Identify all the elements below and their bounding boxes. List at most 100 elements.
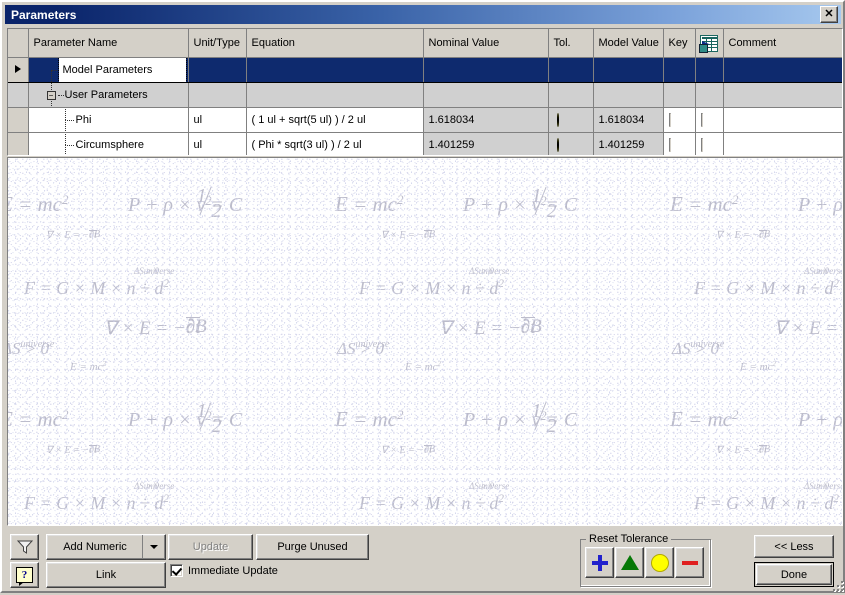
cell-key[interactable]: [663, 107, 696, 133]
cell-export[interactable]: [695, 82, 724, 108]
watermark-tile: ΔSuniverse > 0 ∇ × E = −∂B∂t E = mc2 E = mc…: [333, 158, 668, 333]
minus-tolerance-button[interactable]: [675, 547, 704, 578]
immediate-update-checkbox-row[interactable]: Immediate Update: [170, 564, 278, 577]
tree-line-v: [64, 120, 66, 132]
cell-comment[interactable]: [723, 57, 842, 83]
triangle-tolerance-button[interactable]: [615, 547, 644, 578]
watermark-formula: E = mc2: [70, 361, 106, 373]
cell-tolerance[interactable]: [548, 132, 594, 155]
watermark-formula: ΔSuniverse > 0: [134, 266, 175, 276]
export-checkbox[interactable]: [700, 138, 703, 152]
column-header-rowselect: [8, 29, 29, 58]
cell-parameter-name[interactable]: Phi: [28, 107, 189, 133]
tree-line-v: [50, 70, 52, 82]
cell-tolerance[interactable]: [548, 107, 594, 133]
cell-unit-type[interactable]: ul: [188, 132, 247, 155]
add-numeric-dropdown[interactable]: [142, 535, 165, 559]
watermark-formula: ∇ × E = −∂B∂t: [381, 229, 436, 242]
column-header-unit-type[interactable]: Unit/Type: [188, 29, 247, 58]
parameters-grid[interactable]: Parameter Name Unit/Type Equation Nomina…: [7, 28, 843, 156]
cell-equation[interactable]: ( 1 ul + sqrt(5 ul) ) / 2 ul: [246, 107, 424, 133]
column-header-model-value[interactable]: Model Value: [593, 29, 664, 58]
column-header-parameter-name[interactable]: Parameter Name: [28, 29, 189, 58]
cell-export[interactable]: [695, 57, 724, 83]
column-header-key[interactable]: Key: [663, 29, 696, 58]
watermark-formula: ΔSuniverse > 0: [337, 339, 390, 358]
cell-unit-type[interactable]: ul: [188, 107, 247, 133]
immediate-update-checkbox[interactable]: [170, 564, 183, 577]
close-button[interactable]: ✕: [820, 6, 838, 23]
cell-comment[interactable]: [723, 132, 842, 155]
help-button[interactable]: ?: [10, 562, 39, 588]
cell-unit-type[interactable]: [188, 82, 247, 108]
cell-nominal-value: [423, 82, 549, 108]
circle-tolerance-button[interactable]: [645, 547, 674, 578]
tree-line-v: [64, 107, 66, 120]
tree-label-model-parameters: Model Parameters: [57, 57, 187, 82]
tolerance-circle-icon: [556, 113, 559, 127]
cell-nominal-value: 1.401259: [423, 132, 549, 155]
watermark-formula: ΔSuniverse > 0: [134, 481, 175, 491]
cell-key[interactable]: [663, 132, 696, 155]
table-row[interactable]: Circumsphere ul ( Phi * sqrt(3 ul) ) / 2…: [8, 132, 842, 155]
cell-comment[interactable]: [723, 82, 842, 108]
row-selector[interactable]: [8, 107, 29, 133]
add-numeric-button[interactable]: Add Numeric: [46, 534, 166, 560]
cell-export[interactable]: [695, 132, 724, 155]
resize-grip[interactable]: [832, 580, 844, 592]
export-page-icon: [699, 43, 708, 53]
done-button[interactable]: Done: [754, 562, 834, 587]
tree-line-h: [64, 120, 74, 121]
column-header-equation[interactable]: Equation: [246, 29, 424, 58]
tree-label-circumsphere: Circumsphere: [75, 139, 144, 151]
tree-expander-user-parameters[interactable]: −: [46, 91, 56, 100]
update-button[interactable]: Update: [168, 534, 253, 560]
watermark-formula: F = G × M × n ÷ d2: [694, 278, 839, 298]
tree-label-user-parameters: User Parameters: [64, 89, 148, 101]
column-header-nominal-value[interactable]: Nominal Value: [423, 29, 549, 58]
filter-button[interactable]: [10, 534, 39, 560]
cell-model-value: [593, 57, 664, 83]
less-button[interactable]: << Less: [754, 535, 834, 558]
cell-comment[interactable]: [723, 107, 842, 133]
tree-line-h: [57, 95, 64, 96]
purge-unused-button[interactable]: Purge Unused: [256, 534, 369, 560]
yellow-circle-icon: [650, 553, 669, 572]
key-checkbox[interactable]: [668, 138, 671, 152]
cell-equation[interactable]: ( Phi * sqrt(3 ul) ) / 2 ul: [246, 132, 424, 155]
column-header-tolerance[interactable]: Tol.: [548, 29, 594, 58]
tree-line-v: [64, 132, 66, 145]
cell-parameter-name[interactable]: Circumsphere: [28, 132, 189, 155]
watermark-formula: E = mc2: [740, 157, 773, 158]
table-row[interactable]: − User Parameters: [8, 82, 842, 108]
column-header-comment[interactable]: Comment: [723, 29, 842, 58]
column-header-export[interactable]: [695, 29, 724, 58]
watermark-formula: E = mc2: [335, 407, 404, 431]
cell-parameter-name[interactable]: Model Parameters: [28, 57, 189, 83]
cell-tolerance: [548, 57, 594, 83]
parameters-dialog: Parameters ✕ Parameter Name Unit/Type Eq…: [0, 0, 845, 593]
cell-key[interactable]: [663, 82, 696, 108]
row-selector[interactable]: [8, 132, 29, 155]
title-bar: Parameters ✕: [5, 5, 841, 24]
cell-equation[interactable]: [246, 57, 424, 83]
key-checkbox[interactable]: [668, 113, 671, 127]
watermark-formula: E = mc2: [670, 192, 739, 216]
cell-key[interactable]: [663, 57, 696, 83]
watermark-formula: ∇ × E = −∂B∂t: [381, 444, 436, 457]
table-row[interactable]: Model Parameters: [8, 57, 842, 83]
cell-export[interactable]: [695, 107, 724, 133]
cell-equation[interactable]: [246, 82, 424, 108]
watermark-formula: ΔSuniverse > 0: [804, 481, 843, 491]
cell-model-value: 1.618034: [593, 107, 664, 133]
cell-unit-type[interactable]: [188, 57, 247, 83]
cell-parameter-name[interactable]: − User Parameters: [28, 82, 189, 108]
row-selector-current[interactable]: [8, 57, 29, 83]
watermark-tile: ΔSuniverse > 0 ∇ × E = −∂B∂t E = mc2 E = mc…: [8, 317, 333, 525]
plus-tolerance-button[interactable]: [585, 547, 614, 578]
table-row[interactable]: Phi ul ( 1 ul + sqrt(5 ul) ) / 2 ul 1.61…: [8, 107, 842, 133]
row-selector[interactable]: [8, 82, 29, 108]
link-button[interactable]: Link: [46, 562, 166, 588]
green-triangle-icon: [620, 555, 639, 570]
export-checkbox[interactable]: [700, 113, 703, 127]
